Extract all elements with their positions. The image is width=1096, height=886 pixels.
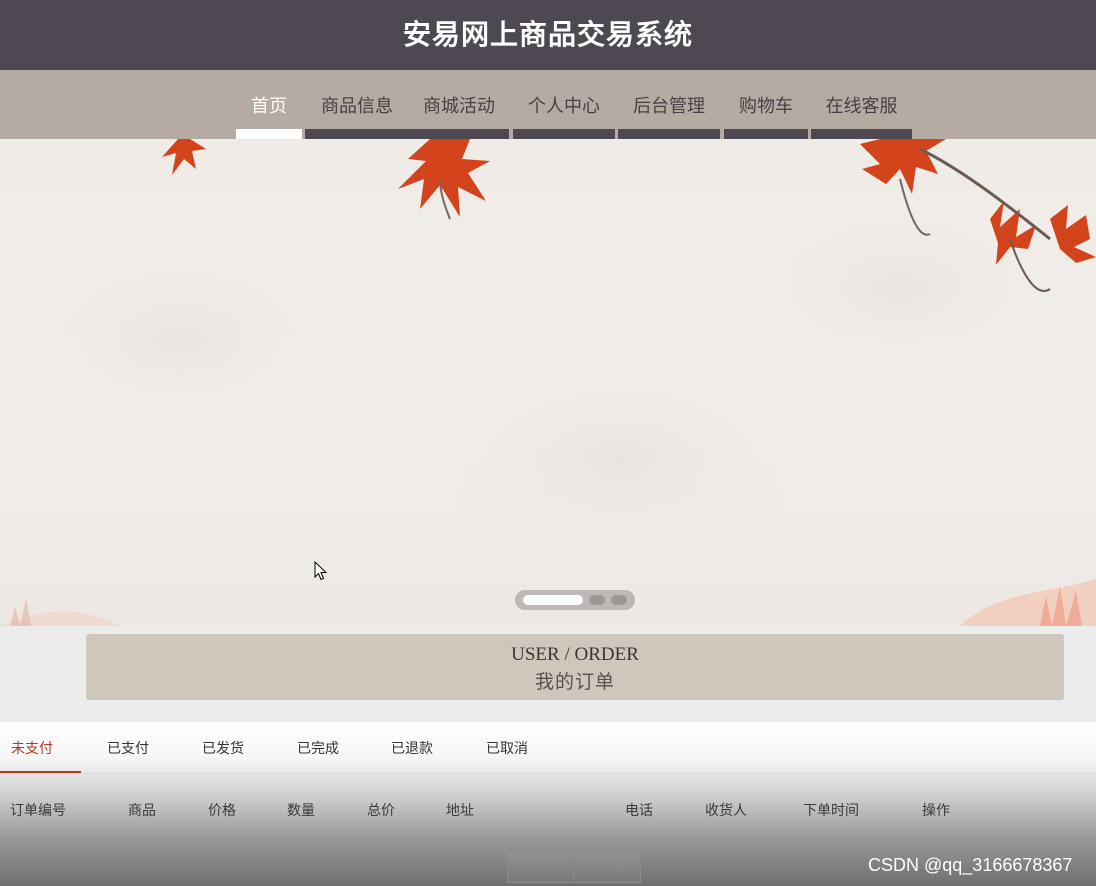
nav-underline [513, 129, 615, 139]
nav-underline [618, 129, 720, 139]
carousel-dot-active[interactable] [523, 595, 583, 605]
tab-unpaid[interactable]: 未支付 [11, 722, 53, 774]
carousel-dot[interactable] [611, 595, 627, 605]
watermark-text: CSDN @qq_3166678367 [868, 855, 1073, 875]
tab-paid[interactable]: 已支付 [107, 722, 149, 774]
nav-underline [724, 129, 808, 139]
active-tab-underline [0, 771, 81, 773]
site-header: 安易网上商品交易系统 [0, 0, 1096, 70]
column-header-product: 商品 [128, 803, 156, 819]
tab-refunded[interactable]: 已退款 [391, 722, 433, 774]
column-header-order-no: 订单编号 [10, 803, 66, 819]
next-page-button[interactable]: 下一页 [574, 851, 641, 883]
maple-leaf-illustration [0, 139, 1096, 626]
section-title-zh: 我的订单 [534, 672, 615, 693]
nav-underline [305, 129, 509, 139]
main-nav: 首页 商品信息 商城活动 个人中心 后台管理 购物车 在线客服 [0, 70, 1096, 139]
order-table-header: 订单编号 商品 价格 数量 总价 地址 电话 收货人 下单时间 操作 [0, 800, 1096, 824]
prev-page-button[interactable]: 上一页 [507, 851, 574, 883]
tab-shipped[interactable]: 已发货 [202, 722, 244, 774]
order-status-tabs: 未支付 已支付 已发货 已完成 已退款 已取消 [0, 722, 1096, 774]
tab-completed[interactable]: 已完成 [297, 722, 339, 774]
carousel-dot[interactable] [589, 595, 605, 605]
carousel-indicators [515, 590, 635, 610]
nav-underline-active [236, 129, 302, 139]
nav-underline [811, 129, 912, 139]
mouse-cursor-icon [314, 561, 328, 581]
column-header-order-time: 下单时间 [803, 803, 859, 819]
tab-cancelled[interactable]: 已取消 [486, 722, 528, 774]
site-title: 安易网上商品交易系统 [402, 18, 693, 51]
banner-carousel[interactable] [0, 139, 1096, 626]
column-header-receiver: 收货人 [705, 803, 747, 819]
column-header-price: 价格 [208, 803, 236, 819]
column-header-total: 总价 [367, 803, 395, 819]
column-header-quantity: 数量 [287, 803, 315, 819]
column-header-actions: 操作 [922, 803, 950, 819]
section-title: USER / ORDER 我的订单 [86, 634, 1064, 700]
column-header-phone: 电话 [625, 803, 653, 819]
pagination: 上一页 下一页 [507, 851, 642, 883]
section-title-en: USER / ORDER [511, 644, 639, 665]
column-header-address: 地址 [446, 803, 474, 819]
